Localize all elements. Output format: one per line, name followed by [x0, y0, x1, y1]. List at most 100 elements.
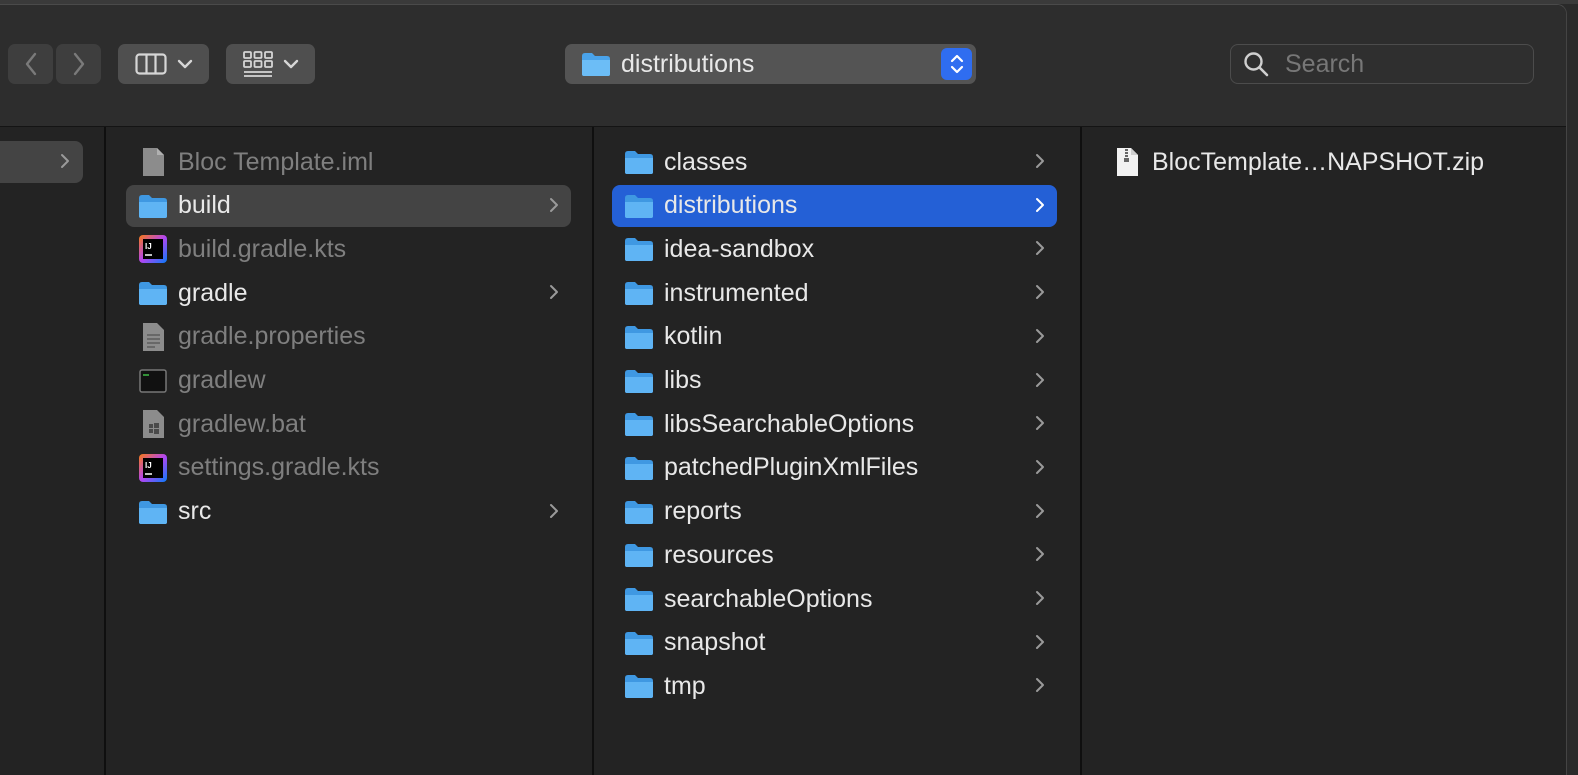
list-item-label: instrumented	[664, 278, 809, 307]
chevron-down-icon	[177, 59, 192, 69]
list-item-label: gradlew.bat	[178, 409, 306, 438]
columns-view-icon	[134, 53, 167, 75]
view-mode-button[interactable]	[118, 44, 209, 84]
list-item-label: resources	[664, 540, 774, 569]
list-item[interactable]: gradle	[126, 272, 571, 314]
column-3: classes distributions idea-sandbox instrume…	[594, 127, 1082, 775]
list-item[interactable]: BlocTemplate…NAPSHOT.zip	[1100, 141, 1540, 183]
chevron-right-icon	[1035, 328, 1045, 349]
list-item[interactable]: classes	[612, 141, 1057, 183]
folder-icon	[624, 409, 654, 439]
list-item-label: reports	[664, 497, 742, 526]
folder-icon	[138, 497, 168, 527]
svg-text:IJ: IJ	[145, 242, 152, 251]
chevron-right-icon	[1035, 284, 1045, 305]
list-item[interactable]: gradle.properties	[126, 316, 571, 358]
list-item-label: patchedPluginXmlFiles	[664, 453, 919, 482]
list-item[interactable]: distributions	[612, 184, 1057, 227]
back-button[interactable]	[8, 44, 53, 84]
terminal-icon	[138, 366, 168, 396]
list-item-label: kotlin	[664, 322, 723, 351]
text-document-icon	[138, 322, 168, 352]
list-item[interactable]: src	[126, 491, 571, 533]
folder-icon	[624, 234, 654, 264]
column-4: BlocTemplate…NAPSHOT.zip	[1082, 127, 1566, 775]
list-item[interactable]: snapshot	[612, 622, 1057, 664]
list-item[interactable]: IJ build.gradle.kts	[126, 228, 571, 270]
chevron-down-icon	[283, 59, 298, 69]
folder-icon	[624, 628, 654, 658]
list-item[interactable]: gradlew	[126, 360, 571, 402]
list-item-label: classes	[664, 147, 748, 176]
folder-icon	[624, 671, 654, 701]
intellij-icon: IJ	[138, 453, 168, 483]
list-item-label: build	[178, 191, 231, 220]
list-item-label: settings.gradle.kts	[178, 453, 380, 482]
list-item[interactable]: reports	[612, 491, 1057, 533]
zip-archive-icon	[1112, 147, 1142, 177]
chevron-right-icon	[549, 503, 559, 524]
list-item-label: Bloc Template.iml	[178, 147, 374, 176]
intellij-icon: IJ	[138, 234, 168, 264]
list-item[interactable]	[0, 141, 83, 183]
folder-icon	[582, 53, 610, 76]
list-item-label: src	[178, 497, 212, 526]
folder-icon	[624, 497, 654, 527]
list-item[interactable]: gradlew.bat	[126, 403, 571, 445]
list-item[interactable]: tmp	[612, 665, 1057, 707]
document-icon	[138, 147, 168, 177]
list-item[interactable]: kotlin	[612, 316, 1057, 358]
folder-icon	[624, 453, 654, 483]
search-input[interactable]	[1283, 48, 1517, 80]
list-item[interactable]: resources	[612, 534, 1057, 576]
list-item[interactable]: build	[126, 184, 571, 227]
folder-icon	[624, 278, 654, 308]
list-item[interactable]: searchableOptions	[612, 578, 1057, 620]
folder-icon	[138, 191, 168, 221]
list-item-label: gradle.properties	[178, 322, 366, 351]
chevron-right-icon	[1035, 372, 1045, 393]
list-item-label: gradlew	[178, 366, 266, 394]
list-item-label: gradle	[178, 278, 248, 307]
chevron-right-icon	[1035, 546, 1045, 567]
chevron-right-icon	[1035, 677, 1045, 698]
search-field[interactable]	[1230, 44, 1534, 84]
list-item-label: tmp	[664, 671, 706, 700]
list-item[interactable]: libs	[612, 360, 1057, 402]
folder-icon	[624, 322, 654, 352]
path-popup-button[interactable]: distributions	[565, 44, 976, 84]
list-item[interactable]: patchedPluginXmlFiles	[612, 447, 1057, 489]
column-1	[0, 127, 106, 775]
chevron-right-icon	[549, 284, 559, 305]
chevron-right-icon	[1035, 590, 1045, 611]
chevron-right-icon	[1035, 503, 1045, 524]
list-item-label: libs	[664, 366, 702, 394]
list-item-label: distributions	[664, 191, 798, 220]
svg-text:IJ: IJ	[145, 461, 152, 470]
search-icon	[1244, 52, 1269, 77]
chevron-right-icon	[1035, 415, 1045, 436]
chevron-right-icon	[1035, 240, 1045, 261]
toolbar: distributions	[0, 5, 1566, 127]
windows-document-icon	[138, 409, 168, 439]
chevron-right-icon	[61, 154, 69, 168]
folder-icon	[624, 147, 654, 177]
list-item-label: build.gradle.kts	[178, 234, 347, 263]
list-item[interactable]: IJ settings.gradle.kts	[126, 447, 571, 489]
chevron-left-icon	[25, 52, 36, 76]
chevron-right-icon	[1035, 197, 1045, 218]
list-item[interactable]: instrumented	[612, 272, 1057, 314]
list-item[interactable]: Bloc Template.iml	[126, 141, 571, 183]
list-item-label: libsSearchableOptions	[664, 409, 915, 438]
popup-stepper-icon	[941, 48, 972, 80]
list-item[interactable]: libsSearchableOptions	[612, 403, 1057, 445]
forward-button[interactable]	[56, 44, 101, 84]
folder-icon	[624, 366, 654, 396]
folder-icon	[624, 540, 654, 570]
finder-window: distributions Bloc Template.iml build IJ bu…	[0, 4, 1567, 775]
list-item[interactable]: idea-sandbox	[612, 228, 1057, 270]
path-popup-label: distributions	[621, 49, 755, 78]
group-button[interactable]	[226, 44, 315, 84]
list-item-label: searchableOptions	[664, 584, 873, 613]
chevron-right-icon	[1035, 634, 1045, 655]
